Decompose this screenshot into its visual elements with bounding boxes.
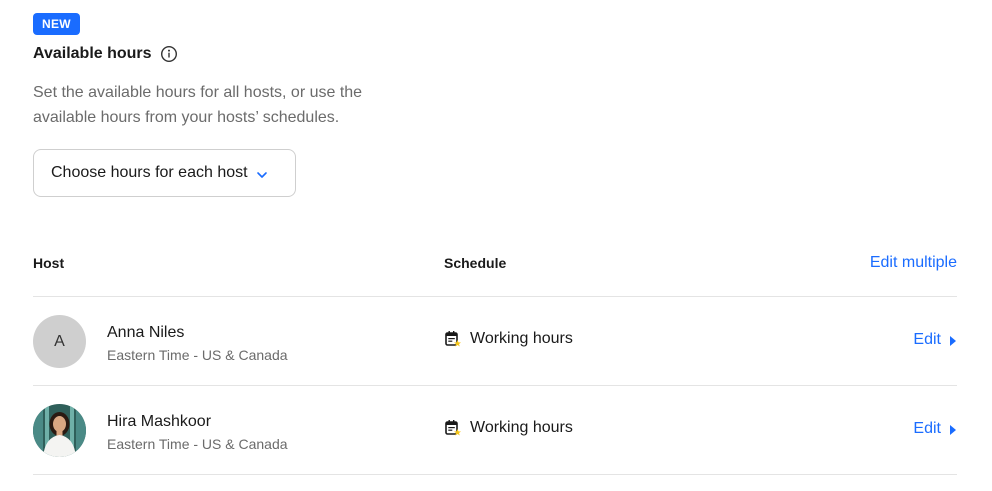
new-badge: NEW <box>33 13 80 35</box>
avatar-photo <box>33 404 86 457</box>
host-name: Hira Mashkoor <box>107 413 212 430</box>
schedule-cell: Working hours <box>444 330 573 348</box>
schedule-label: Working hours <box>470 330 573 347</box>
edit-multiple-link[interactable]: Edit multiple <box>870 254 957 272</box>
host-name: Anna Niles <box>107 324 185 341</box>
edit-host-button[interactable]: Edit <box>913 420 957 438</box>
column-header-host: Host <box>33 255 65 271</box>
hours-mode-value: Choose hours for each host <box>51 164 248 181</box>
chevron-down-icon <box>256 168 268 180</box>
avatar: A <box>33 315 86 368</box>
calendar-star-icon <box>444 330 462 348</box>
edit-label: Edit <box>913 420 941 437</box>
divider <box>33 474 957 475</box>
host-timezone: Eastern Time - US & Canada <box>107 347 288 363</box>
caret-right-icon <box>949 334 957 346</box>
hours-mode-dropdown[interactable]: Choose hours for each host <box>33 149 296 197</box>
edit-host-button[interactable]: Edit <box>913 331 957 349</box>
schedule-label: Working hours <box>470 419 573 436</box>
section-header: Available hours <box>33 45 178 63</box>
edit-label: Edit <box>913 331 941 348</box>
info-icon[interactable] <box>160 45 178 63</box>
calendar-star-icon <box>444 419 462 437</box>
table-row: Hira Mashkoor Eastern Time - US & Canada… <box>33 386 957 474</box>
table-row: A Anna Niles Eastern Time - US & Canada … <box>33 297 957 385</box>
hosts-table-header: Host Schedule Edit multiple <box>33 248 957 278</box>
caret-right-icon <box>949 423 957 435</box>
section-description: Set the available hours for all hosts, o… <box>33 84 363 126</box>
section-title: Available hours <box>33 45 152 62</box>
host-timezone: Eastern Time - US & Canada <box>107 436 288 452</box>
column-header-schedule: Schedule <box>444 255 507 271</box>
schedule-cell: Working hours <box>444 419 573 437</box>
